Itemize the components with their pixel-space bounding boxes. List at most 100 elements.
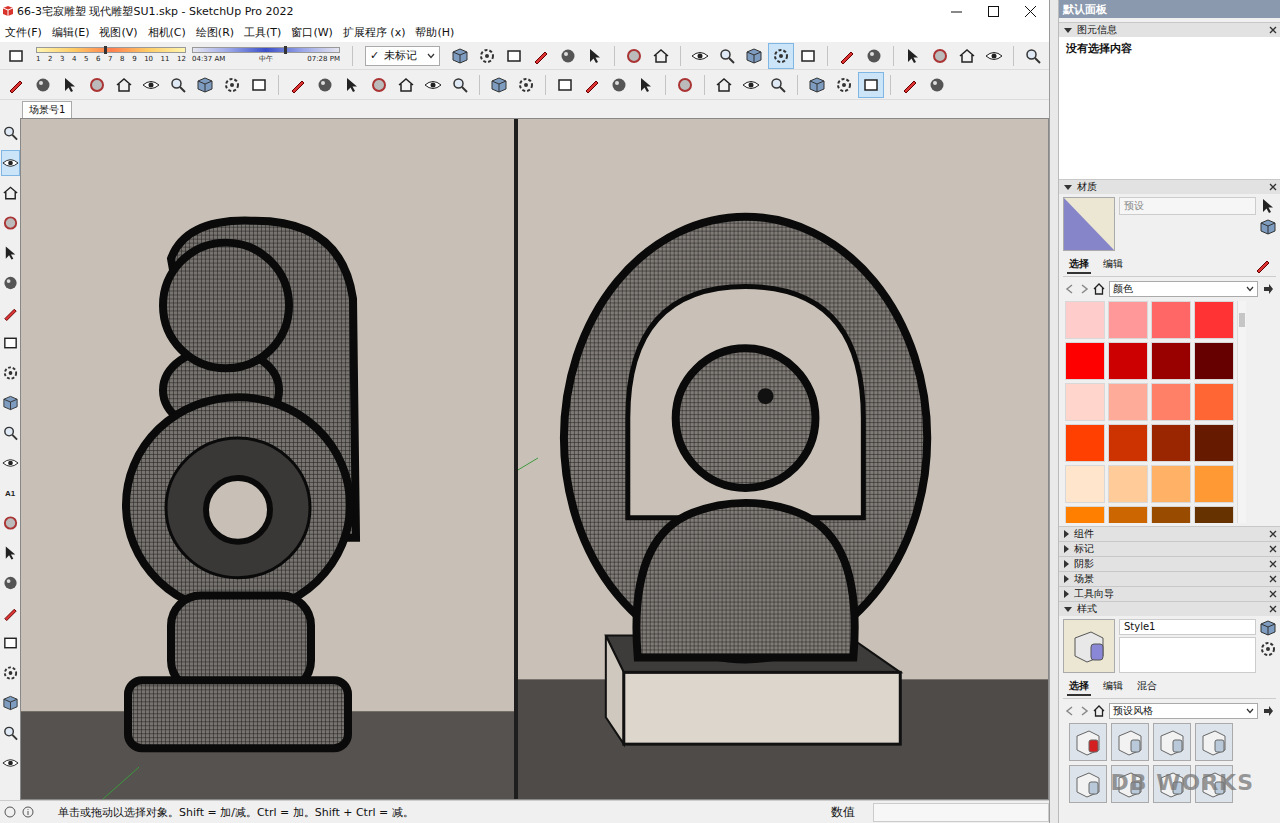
measure-input[interactable]: [873, 803, 1049, 822]
color-swatch[interactable]: [1108, 424, 1148, 462]
style-thumbnail[interactable]: [1069, 723, 1107, 761]
color-swatch[interactable]: [1194, 424, 1234, 462]
color-swatch[interactable]: [1108, 506, 1148, 523]
menu-item[interactable]: 文件(F): [0, 25, 47, 40]
toolbar-button[interactable]: [714, 43, 740, 69]
toolbar-button[interactable]: [501, 43, 527, 69]
color-swatch[interactable]: [1108, 342, 1148, 380]
toolbar-button[interactable]: [513, 72, 539, 98]
toolbar-button[interactable]: [927, 43, 953, 69]
style-tab[interactable]: 编辑: [1101, 678, 1125, 696]
geo-icon[interactable]: [4, 806, 16, 818]
toolbar-button[interactable]: [579, 72, 605, 98]
close-icon[interactable]: [1269, 545, 1277, 553]
left-tool-button[interactable]: [1, 630, 20, 656]
left-tool-button[interactable]: [1, 150, 20, 176]
toolbar-button[interactable]: [57, 72, 83, 98]
left-tool-button[interactable]: [1, 690, 20, 716]
toolbar-button[interactable]: [765, 72, 791, 98]
toolbar-button[interactable]: [858, 72, 884, 98]
maximize-button[interactable]: [975, 0, 1012, 22]
material-tab[interactable]: 选择: [1067, 256, 1091, 274]
tray-section-header[interactable]: 工具向导: [1059, 586, 1280, 601]
toolbar-button[interactable]: [420, 72, 446, 98]
menu-item[interactable]: 窗口(W): [286, 25, 337, 40]
left-viewport-scene[interactable]: [21, 119, 514, 799]
toolbar-button[interactable]: [672, 72, 698, 98]
style-thumbnail[interactable]: [1111, 723, 1149, 761]
home-icon[interactable]: [1093, 283, 1105, 295]
menu-item[interactable]: 相机(C): [143, 25, 191, 40]
forward-icon[interactable]: [1079, 706, 1089, 716]
left-tool-button[interactable]: [1, 540, 20, 566]
time-slider-thumb[interactable]: [284, 46, 287, 54]
color-swatch[interactable]: [1065, 383, 1105, 421]
style-thumbnail[interactable]: [1069, 765, 1107, 803]
scene-tab[interactable]: 场景号1: [22, 101, 72, 118]
left-tool-button[interactable]: [1, 720, 20, 746]
tray-section-header[interactable]: 标记: [1059, 541, 1280, 556]
style-library-select[interactable]: 预设风格: [1109, 703, 1258, 719]
left-viewport[interactable]: [21, 119, 514, 799]
toolbar-button[interactable]: [138, 72, 164, 98]
left-tool-button[interactable]: A1: [1, 480, 20, 506]
details-icon[interactable]: [1262, 705, 1274, 717]
left-tool-button[interactable]: [1, 390, 20, 416]
style-description[interactable]: [1119, 637, 1256, 673]
time-slider[interactable]: [192, 47, 340, 53]
color-swatch[interactable]: [1065, 342, 1105, 380]
close-icon[interactable]: [1269, 605, 1277, 613]
color-swatch[interactable]: [1151, 383, 1191, 421]
color-swatch[interactable]: [1194, 383, 1234, 421]
right-viewport[interactable]: [518, 119, 1048, 799]
color-swatch[interactable]: [1151, 342, 1191, 380]
left-tool-button[interactable]: [1, 450, 20, 476]
menu-item[interactable]: 视图(V): [94, 25, 142, 40]
toolbar-button[interactable]: [606, 72, 632, 98]
eraser-button[interactable]: [3, 43, 29, 69]
back-icon[interactable]: [1065, 284, 1075, 294]
color-swatch[interactable]: [1151, 301, 1191, 339]
left-tool-button[interactable]: [1, 300, 20, 326]
material-library-select[interactable]: 颜色: [1109, 281, 1258, 297]
scrollbar[interactable]: [1237, 301, 1246, 523]
toolbar-button[interactable]: [768, 43, 794, 69]
toolbar-button[interactable]: [447, 72, 473, 98]
toolbar-button[interactable]: [312, 72, 338, 98]
menu-item[interactable]: 绘图(R): [191, 25, 239, 40]
back-icon[interactable]: [1065, 706, 1075, 716]
toolbar-button[interactable]: [834, 43, 860, 69]
close-icon[interactable]: [1269, 560, 1277, 568]
color-swatch[interactable]: [1194, 301, 1234, 339]
month-slider[interactable]: [36, 47, 186, 53]
color-swatch[interactable]: [1108, 301, 1148, 339]
toolbar-button[interactable]: [924, 72, 950, 98]
toolbar-button[interactable]: [285, 72, 311, 98]
tray-section-header[interactable]: 材质: [1059, 179, 1280, 194]
left-tool-button[interactable]: [1, 330, 20, 356]
toolbar-button[interactable]: [861, 43, 887, 69]
toolbar-button[interactable]: [246, 72, 272, 98]
style-thumbnail[interactable]: [1195, 723, 1233, 761]
left-tool-button[interactable]: [1, 510, 20, 536]
left-tool-button[interactable]: [1, 600, 20, 626]
tray-section-header[interactable]: 阴影: [1059, 556, 1280, 571]
toolbar-button[interactable]: [900, 43, 926, 69]
style-tab[interactable]: 混合: [1135, 678, 1159, 696]
left-tool-button[interactable]: [1, 270, 20, 296]
details-icon[interactable]: [1262, 283, 1274, 295]
toolbar-button[interactable]: [474, 43, 500, 69]
left-tool-button[interactable]: [1, 360, 20, 386]
toolbar-button[interactable]: [621, 43, 647, 69]
tray-section-header[interactable]: 样式: [1059, 601, 1280, 616]
material-tab[interactable]: 编辑: [1101, 256, 1125, 274]
style-thumbnail[interactable]: [1153, 723, 1191, 761]
toolbar-button[interactable]: [954, 43, 980, 69]
toolbar-button[interactable]: [552, 72, 578, 98]
toolbar-button[interactable]: [633, 72, 659, 98]
toolbar-button[interactable]: [528, 43, 554, 69]
forward-icon[interactable]: [1079, 284, 1089, 294]
close-icon[interactable]: [1269, 183, 1277, 191]
tag-select[interactable]: ✓未标记: [365, 46, 440, 66]
color-swatch[interactable]: [1108, 383, 1148, 421]
